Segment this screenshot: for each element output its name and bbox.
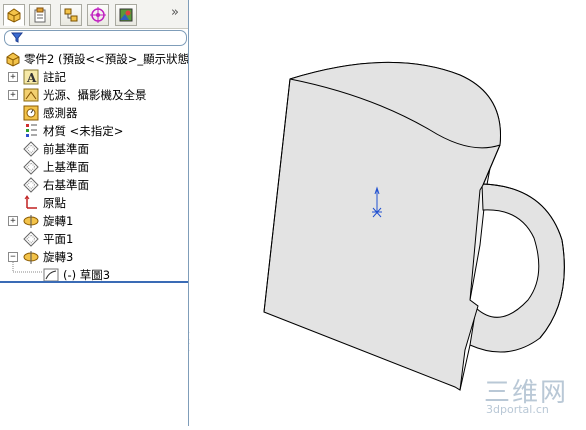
panel-tabs: » [0,0,188,29]
panel-split-line[interactable] [0,281,188,283]
tabs-overflow-button[interactable]: » [171,5,179,20]
expand-toggle[interactable]: + [8,216,18,226]
plane-icon [23,177,39,193]
tab-configuration-manager[interactable] [60,4,82,26]
feature-manager-icon [7,8,21,23]
tab-feature-manager[interactable] [3,4,25,26]
plane-icon [23,141,39,157]
tree-item-label: 旋轉1 [43,214,74,228]
feature-manager-panel: » 零件2 (預設<<預設>_顯示狀態 + A 註記 + 光源、攝影機及全景 感… [0,0,189,426]
mug-geometry [263,62,565,391]
tree-item-label: 註記 [43,70,66,84]
revolve-icon [23,215,39,228]
material-icon [26,124,37,137]
tree-item-label: 平面1 [43,232,74,246]
configuration-manager-icon [64,8,78,22]
filter-icon [11,32,23,43]
tree-root-label: 零件2 (預設<<預設>_顯示狀態 [24,52,189,66]
collapse-toggle[interactable]: − [8,252,18,262]
tree-item-label: 上基準面 [43,160,89,174]
display-manager-icon [119,8,133,22]
mug-handle [469,183,565,353]
tree-item-label: 光源、攝影機及全景 [43,88,147,102]
tree-filter-input[interactable] [4,30,187,46]
part-icon [6,52,20,67]
graphics-area[interactable] [190,0,586,426]
tree-item-label: 前基準面 [43,142,89,156]
property-manager-icon [34,7,46,23]
plane-icon [23,231,39,247]
watermark-url: 3dportal.cn [486,403,549,416]
plane-icon [23,159,39,175]
tree-item-label: 右基準面 [43,178,89,192]
tree-item-label: 原點 [43,196,66,210]
lights-icon [23,88,39,102]
origin-icon [24,195,37,209]
svg-text:A: A [26,71,37,85]
tab-property-manager[interactable] [29,4,51,26]
sensor-icon [23,105,39,121]
tree-item-label: 材質 <未指定> [43,124,124,138]
tab-display-manager[interactable] [115,4,137,26]
tree-item-label: 感測器 [43,106,78,120]
mug-model [263,62,565,391]
dim-xpert-icon [90,7,106,23]
annotation-icon: A [23,69,39,85]
tab-dimxpert[interactable] [87,4,109,26]
expand-toggle[interactable]: + [8,90,18,100]
expand-toggle[interactable]: + [8,72,18,82]
